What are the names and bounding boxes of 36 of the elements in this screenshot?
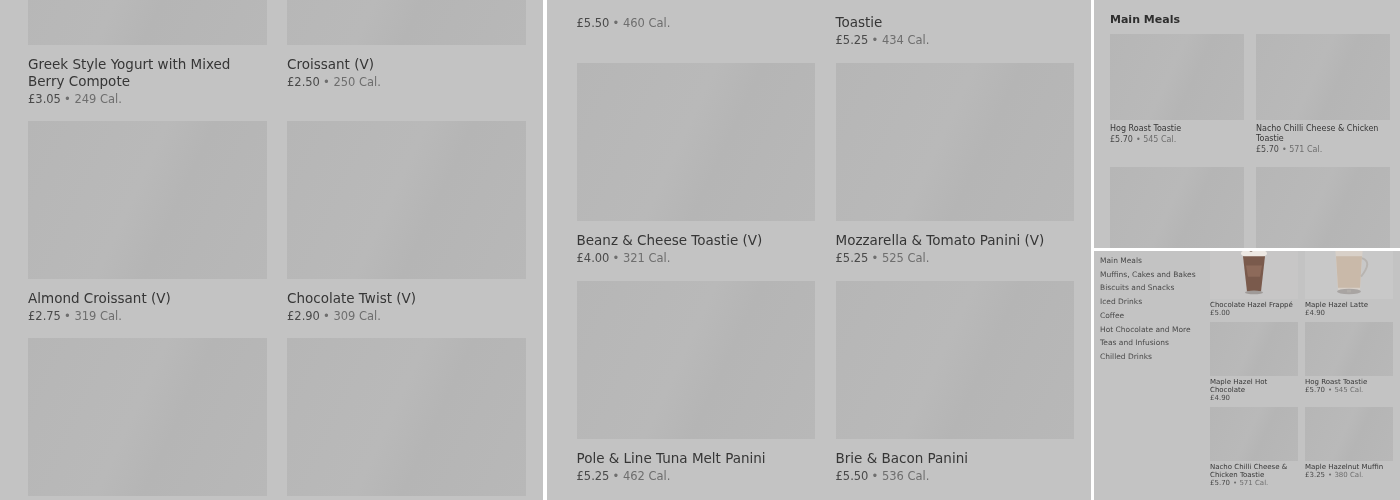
item-name[interactable]: Nacho Chilli Cheese & Chicken Toastie [1256, 124, 1390, 144]
item-calories: • 545 Cal. [1135, 135, 1177, 144]
item-price: £3.05 [28, 92, 61, 106]
item-name[interactable]: Hog Roast Toastie [1110, 124, 1244, 134]
item-calories: • 309 Cal. [322, 309, 381, 323]
item-calories: • 536 Cal. [871, 469, 930, 483]
item-name[interactable]: Mozzarella & Tomato Panini (V) [835, 232, 1074, 249]
item-calories: • 462 Cal. [612, 469, 671, 483]
item-name[interactable]: Brie & Bacon Panini [835, 450, 1074, 467]
item-price: £5.50 [835, 469, 869, 483]
item-name[interactable]: Pole & Line Tuna Melt Panini [576, 450, 815, 467]
item-name[interactable]: Toastie [835, 14, 1074, 31]
item-price: £2.75 [28, 309, 61, 323]
item-name[interactable]: Croissant (V) [287, 56, 526, 73]
item-calories: • 460 Cal. [612, 16, 671, 30]
item-price: £2.90 [287, 309, 320, 323]
item-calories: • 249 Cal. [63, 92, 122, 106]
item-price: £5.50 [576, 16, 610, 30]
item-calories: • 250 Cal. [322, 75, 381, 89]
item-calories: • 321 Cal. [612, 251, 671, 265]
item-price: £5.25 [576, 469, 610, 483]
item-calories: • 525 Cal. [871, 251, 930, 265]
item-price: £5.25 [835, 251, 869, 265]
item-calories: • 571 Cal. [1281, 145, 1323, 154]
section-heading: Main Meals [1110, 13, 1181, 27]
item-price: £2.50 [287, 75, 320, 89]
item-calories: • 434 Cal. [871, 33, 930, 47]
item-price: £4.00 [576, 251, 610, 265]
item-calories: • 319 Cal. [63, 309, 122, 323]
item-name[interactable]: Beanz & Cheese Toastie (V) [576, 232, 815, 249]
item-price: £5.70 [1256, 145, 1279, 154]
item-price: £5.70 [1110, 135, 1133, 144]
item-name[interactable]: Almond Croissant (V) [28, 290, 267, 307]
item-name[interactable]: Chocolate Twist (V) [287, 290, 526, 307]
item-price: £5.25 [835, 33, 869, 47]
item-name[interactable]: Greek Style Yogurt with Mixed Berry Compote [28, 56, 267, 90]
